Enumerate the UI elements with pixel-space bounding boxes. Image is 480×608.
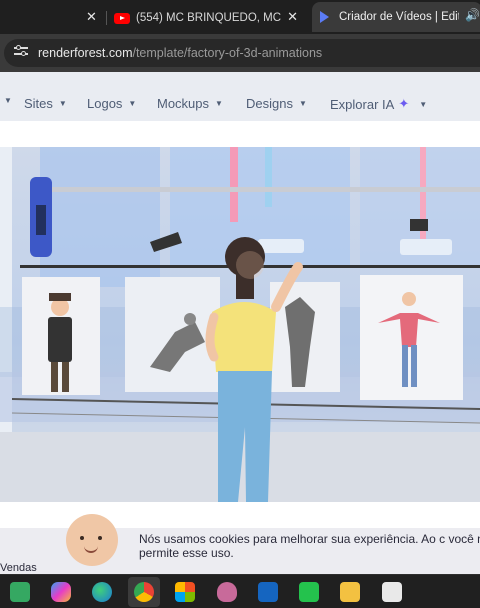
animation-scene <box>0 147 480 502</box>
speaker-icon[interactable]: 🔊 <box>465 8 480 22</box>
url-domain: renderforest.com <box>38 46 133 60</box>
nav-label: Designs <box>246 96 293 111</box>
side-link[interactable]: Vendas <box>0 562 37 574</box>
maps-icon[interactable] <box>10 582 30 602</box>
tab-title: Criador de Vídeos | Edite m <box>339 11 459 23</box>
chevron-down-icon: ▼ <box>128 99 137 108</box>
nav-item-explorar-ia[interactable]: Explorar IA ✦ ▼ <box>330 96 427 112</box>
nav-item-designs[interactable]: Designs ▼ <box>246 96 307 111</box>
store-icon[interactable] <box>175 582 195 602</box>
nav-label: Logos <box>87 96 123 111</box>
nav-item-logos[interactable]: Logos ▼ <box>87 96 136 111</box>
tab-youtube[interactable]: (554) MC BRINQUEDO, MC TUT ✕ <box>114 4 312 32</box>
tab-close-icon[interactable]: ✕ <box>86 9 97 25</box>
video-preview[interactable] <box>0 147 480 502</box>
chevron-down-icon: ▼ <box>419 99 428 109</box>
tab-bar: ✕ (554) MC BRINQUEDO, MC TUT ✕ Criador d… <box>0 0 480 34</box>
notes-icon[interactable] <box>299 582 319 602</box>
avatar <box>66 514 118 566</box>
chevron-down-icon: ▼ <box>298 99 307 108</box>
youtube-icon <box>114 12 130 24</box>
site-info-icon[interactable] <box>14 45 28 57</box>
play-icon <box>320 11 329 23</box>
nav-label: Explorar IA <box>330 96 395 112</box>
outlook-icon[interactable] <box>258 582 278 602</box>
sparkle-icon: ✦ <box>398 96 410 111</box>
explorer-icon[interactable] <box>340 582 360 602</box>
address-bar: renderforest.com/template/factory-of-3d-… <box>0 34 480 72</box>
cookie-banner: Nós usamos cookies para melhorar sua exp… <box>0 514 480 574</box>
tab-title: (554) MC BRINQUEDO, MC TUT <box>136 12 284 24</box>
chevron-down-icon: ▼ <box>58 99 67 108</box>
tab-close-icon[interactable]: ✕ <box>287 9 298 25</box>
nav-label: Mockups <box>157 96 210 111</box>
nav-item-partial[interactable]: ▼ <box>0 96 12 105</box>
chrome-icon[interactable] <box>134 582 154 602</box>
cookie-message: Nós usamos cookies para melhorar sua exp… <box>139 532 480 560</box>
copilot-icon[interactable] <box>51 582 71 602</box>
paint-icon[interactable] <box>217 582 237 602</box>
chevron-down-icon: ▼ <box>215 99 223 108</box>
taskbar <box>0 574 480 608</box>
site-navigation: ▼ Sites ▼ Logos ▼ Mockups ▼ Designs ▼ Explor… <box>0 72 480 121</box>
nav-item-mockups[interactable]: Mockups ▼ <box>157 96 223 111</box>
url-text[interactable]: renderforest.com/template/factory-of-3d-… <box>38 46 322 60</box>
url-path: /template/factory-of-3d-animations <box>132 46 323 60</box>
photos-icon[interactable] <box>382 582 402 602</box>
nav-item-sites[interactable]: Sites ▼ <box>24 96 67 111</box>
nav-label: Sites <box>24 96 53 111</box>
tab-separator <box>106 11 107 25</box>
tab-renderforest[interactable]: Criador de Vídeos | Edite m 🔊 <box>312 2 480 32</box>
page-spacer <box>0 121 480 147</box>
edge-icon[interactable] <box>92 582 112 602</box>
chevron-down-icon: ▼ <box>4 96 12 105</box>
